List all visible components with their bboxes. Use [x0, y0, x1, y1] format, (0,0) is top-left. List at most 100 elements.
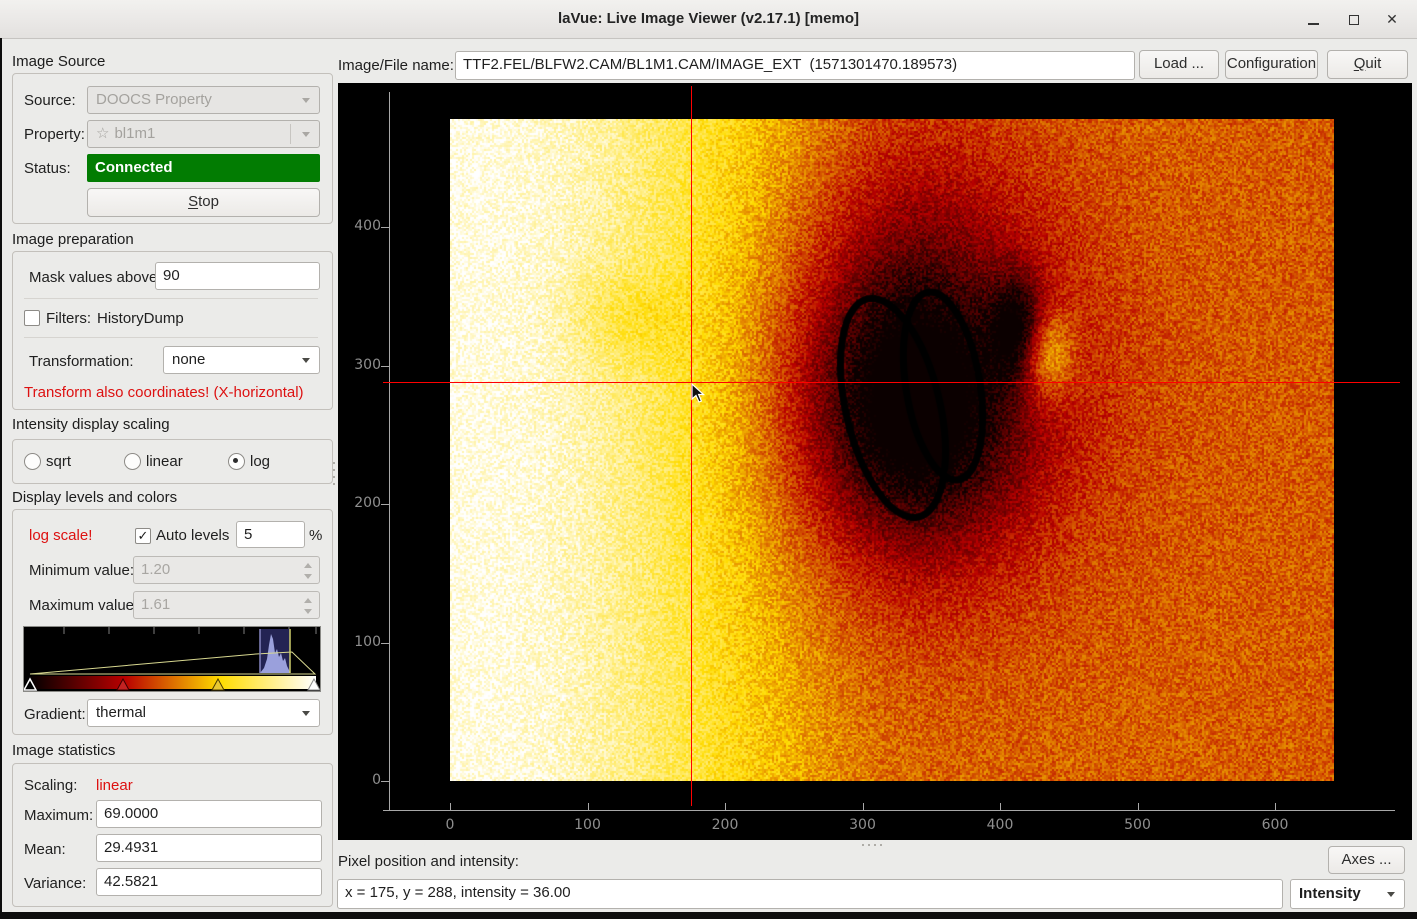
- stop-button[interactable]: Stop: [87, 188, 320, 217]
- titlebar: laVue: Live Image Viewer (v2.17.1) [memo…: [0, 0, 1417, 39]
- maximum-value-label: Maximum value:: [29, 597, 138, 614]
- pixel-position-label: Pixel position and intensity:: [338, 853, 519, 870]
- combo-divider: [290, 124, 291, 144]
- separator: [24, 337, 318, 338]
- histogram-plot: [24, 627, 320, 691]
- stats-scaling-label: Scaling:: [24, 777, 77, 794]
- property-combobox-value: bl1m1: [114, 125, 155, 142]
- transform-warning: Transform also coordinates! (X-horizonta…: [24, 384, 304, 401]
- radio-log[interactable]: [228, 453, 245, 470]
- x-axis-tick-label: 100: [566, 817, 610, 833]
- chevron-down-icon: [302, 98, 310, 103]
- beam-image-canvas[interactable]: [450, 119, 1334, 781]
- filters-label: Filters:: [46, 310, 91, 327]
- gradient-combobox[interactable]: thermal: [87, 699, 320, 727]
- x-axis-tick: [863, 803, 864, 810]
- histogram-widget[interactable]: [23, 626, 321, 692]
- splitter-handle[interactable]: [333, 462, 336, 488]
- log-scale-note: log scale!: [29, 527, 92, 544]
- filters-checkbox[interactable]: [24, 310, 40, 326]
- x-axis-tick: [1138, 803, 1139, 810]
- group-title-intensity-scaling: Intensity display scaling: [12, 416, 170, 433]
- file-name-input[interactable]: TTF2.FEL/BLFW2.CAM/BL1M1.CAM/IMAGE_EXT (…: [455, 51, 1135, 80]
- maximize-icon[interactable]: [1346, 11, 1362, 27]
- window-border-left: [0, 38, 2, 919]
- spinner-arrows-icon[interactable]: [304, 562, 313, 580]
- lavue-window: { "window": { "title": "laVue: Live Imag…: [0, 0, 1417, 919]
- stats-scaling-value: linear: [96, 777, 133, 794]
- filters-value: HistoryDump: [97, 310, 184, 327]
- mask-label: Mask values above:: [29, 269, 162, 286]
- crosshair-horizontal-line: [383, 382, 1400, 383]
- property-label: Property:: [24, 126, 85, 143]
- mask-input[interactable]: 90: [155, 262, 320, 290]
- display-mode-value: Intensity: [1299, 885, 1361, 902]
- radio-sqrt[interactable]: [24, 453, 41, 470]
- radio-sqrt-label: sqrt: [46, 453, 71, 470]
- stats-mean-value: 29.4931: [96, 834, 322, 862]
- y-axis-tick: [381, 366, 389, 367]
- radio-log-label: log: [250, 453, 270, 470]
- separator: [24, 298, 318, 299]
- window-border-bottom: [0, 912, 1417, 919]
- check-icon: ✓: [138, 528, 149, 543]
- source-combobox[interactable]: DOOCS Property: [87, 86, 320, 114]
- pixel-position-value[interactable]: x = 175, y = 288, intensity = 36.00: [337, 879, 1283, 909]
- axes-button[interactable]: Axes ...: [1328, 846, 1405, 874]
- x-axis-line: [383, 810, 1395, 811]
- stats-variance-value: 42.5821: [96, 868, 322, 896]
- stats-variance-label: Variance:: [24, 875, 86, 892]
- source-label: Source:: [24, 92, 76, 109]
- x-axis-tick-label: 400: [978, 817, 1022, 833]
- transformation-value: none: [172, 351, 205, 368]
- mouse-cursor-icon: [691, 383, 705, 403]
- crosshair-vertical-line: [691, 86, 692, 806]
- percent-label: %: [309, 527, 322, 544]
- image-plot-area[interactable]: 01002003004005006000100200300400: [338, 83, 1412, 840]
- quit-button[interactable]: Quit: [1327, 50, 1408, 79]
- x-axis-tick-label: 600: [1253, 817, 1297, 833]
- spinner-arrows-icon[interactable]: [304, 597, 313, 615]
- minimum-value-spinbox[interactable]: 1.20: [133, 556, 320, 584]
- x-axis-tick: [588, 803, 589, 810]
- minimize-icon[interactable]: [1306, 11, 1322, 27]
- minimum-value-label: Minimum value:: [29, 562, 134, 579]
- y-axis-tick: [381, 781, 389, 782]
- x-axis-tick-label: 0: [428, 817, 472, 833]
- auto-levels-label: Auto levels: [156, 527, 229, 544]
- gradient-label: Gradient:: [24, 706, 86, 723]
- stats-mean-label: Mean:: [24, 841, 66, 858]
- status-label: Status:: [24, 160, 71, 177]
- auto-levels-input[interactable]: 5: [236, 521, 305, 548]
- y-axis-tick-label: 100: [341, 634, 381, 650]
- source-combobox-value: DOOCS Property: [96, 91, 212, 108]
- close-icon[interactable]: ✕: [1384, 11, 1400, 27]
- splitter-handle[interactable]: [862, 844, 886, 847]
- chevron-down-icon: [302, 711, 310, 716]
- x-axis-tick: [1000, 803, 1001, 810]
- y-axis-line: [389, 92, 390, 811]
- x-axis-tick: [1275, 803, 1276, 810]
- radio-linear-label: linear: [146, 453, 183, 470]
- property-combobox[interactable]: ☆bl1m1: [87, 120, 320, 148]
- y-axis-tick: [381, 227, 389, 228]
- radio-linear[interactable]: [124, 453, 141, 470]
- x-axis-tick-label: 300: [841, 817, 885, 833]
- group-title-display-levels: Display levels and colors: [12, 489, 177, 506]
- configuration-button[interactable]: Configuration: [1225, 50, 1318, 79]
- y-axis-tick-label: 300: [341, 357, 381, 373]
- display-mode-combobox[interactable]: Intensity: [1290, 879, 1405, 909]
- transformation-combobox[interactable]: none: [163, 346, 320, 374]
- y-axis-tick-label: 200: [341, 495, 381, 511]
- y-axis-tick-label: 0: [341, 772, 381, 788]
- chevron-down-icon: [1387, 892, 1395, 897]
- chevron-down-icon: [302, 132, 310, 137]
- maximum-value-spinbox[interactable]: 1.61: [133, 591, 320, 619]
- load-button[interactable]: Load ...: [1139, 50, 1219, 79]
- chevron-down-icon: [302, 358, 310, 363]
- gradient-value: thermal: [96, 704, 146, 721]
- y-axis-tick: [381, 504, 389, 505]
- group-title-image-statistics: Image statistics: [12, 742, 115, 759]
- auto-levels-checkbox[interactable]: ✓: [135, 528, 151, 544]
- x-axis-tick-label: 500: [1116, 817, 1160, 833]
